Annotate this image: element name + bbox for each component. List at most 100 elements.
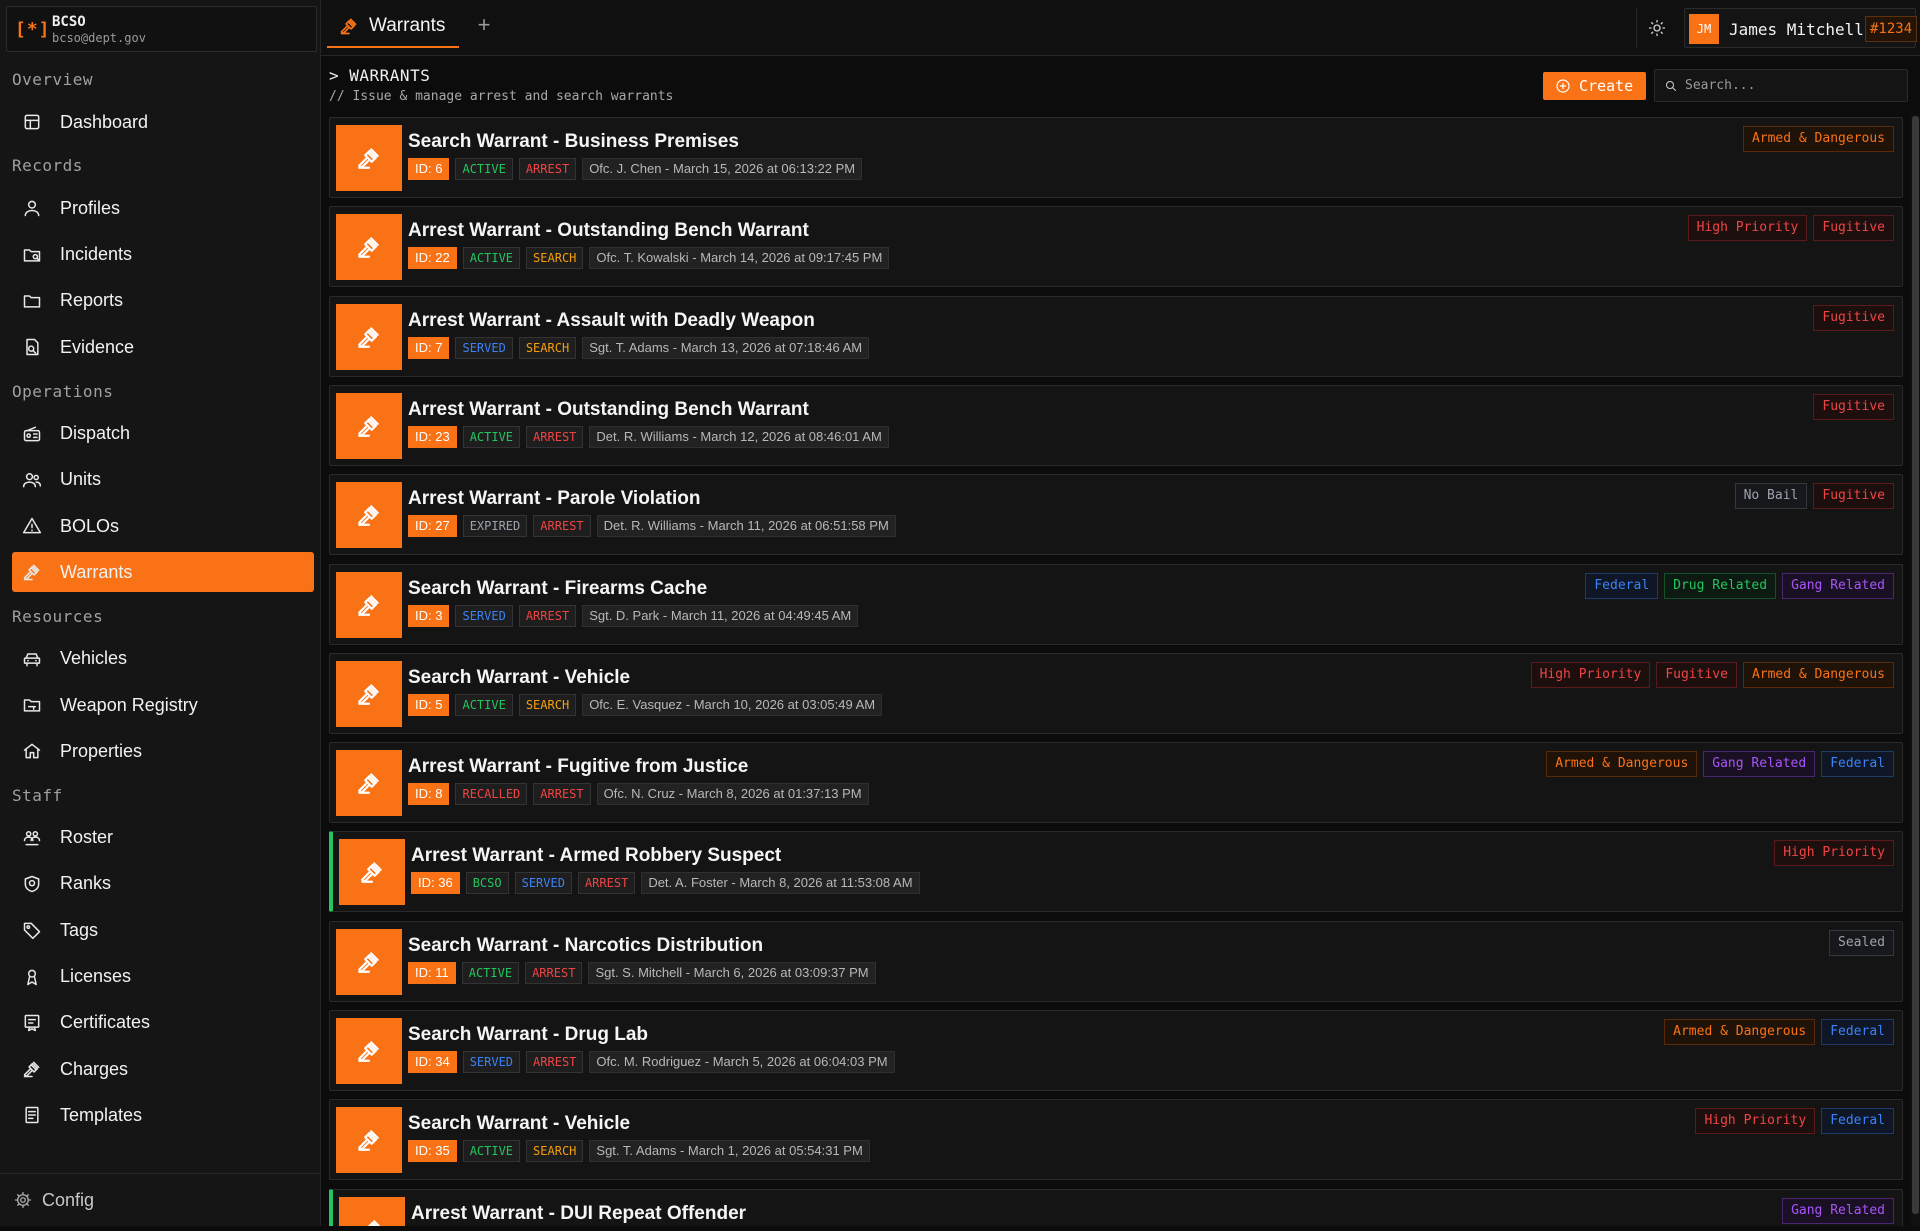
- sidebar-item-label: Vehicles: [60, 648, 128, 669]
- brand-header[interactable]: [*] BCSO bcso@dept.gov: [6, 6, 317, 52]
- warrant-id-badge: ID: 7: [408, 336, 450, 359]
- config-button[interactable]: Config: [0, 1173, 320, 1226]
- tab-warrants[interactable]: Warrants: [327, 6, 459, 48]
- sidebar-item-properties[interactable]: Properties: [12, 731, 314, 771]
- warrant-card[interactable]: Arrest Warrant - Outstanding Bench Warra…: [329, 384, 1903, 466]
- warrant-flags: Sealed: [1829, 929, 1894, 956]
- gavel-icon: [336, 571, 402, 638]
- file-search-icon: [22, 337, 42, 357]
- warrant-id-badge: ID: 34: [408, 1051, 457, 1073]
- flag-badge: Sealed: [1829, 929, 1894, 956]
- warrant-card[interactable]: Search Warrant - Drug Lab ID: 34 SERVED ARR…: [329, 1010, 1903, 1091]
- warrant-card[interactable]: Arrest Warrant - Parole Violation ID: 27 E…: [329, 474, 1903, 556]
- warrant-card[interactable]: Search Warrant - Business Premises ID: 6A…: [329, 117, 1903, 198]
- warrant-id-badge: ID: 23: [408, 425, 457, 448]
- sidebar-item-charges[interactable]: Charges: [12, 1049, 314, 1089]
- sidebar-item-profiles[interactable]: Profiles: [12, 188, 314, 228]
- officer-timestamp: Sgt. S. Mitchell - March 6, 2026 at 03:0…: [588, 961, 876, 984]
- warrant-card[interactable]: Search Warrant - Firearms Cache ID: 3 SERV…: [329, 563, 1903, 645]
- sidebar-item-dispatch[interactable]: Dispatch: [12, 414, 314, 454]
- warrant-meta: ID: 7 SERVED SEARCH Sgt. T. Adams - March 1…: [408, 336, 870, 359]
- sidebar-item-certificates[interactable]: Certificates: [12, 1003, 314, 1043]
- certificate-icon: [22, 1013, 42, 1033]
- theme-toggle-button[interactable]: [1636, 8, 1676, 48]
- sidebar-item-licenses[interactable]: Licenses: [12, 957, 314, 997]
- gavel-icon: [339, 839, 405, 906]
- warrant-card[interactable]: Search Warrant - Narcotics Distribution I…: [329, 920, 1903, 1002]
- sidebar-item-label: Dashboard: [60, 111, 149, 132]
- warrant-flags: Federal Drug Related Gang Related: [1585, 572, 1894, 599]
- warrant-title: Arrest Warrant - Outstanding Bench Warra…: [408, 220, 809, 242]
- user-name: James Mitchell: [1729, 20, 1864, 39]
- flag-badge: No Bail: [1734, 483, 1808, 510]
- sidebar-item-templates[interactable]: Templates: [12, 1095, 314, 1135]
- status-badge: SERVED: [455, 604, 513, 627]
- nav-section-staff: Staff: [12, 785, 63, 805]
- type-badge: SEARCH: [518, 693, 577, 716]
- sidebar-item-reports[interactable]: Reports: [12, 281, 314, 321]
- flag-badge: Gang Related: [1782, 1197, 1894, 1224]
- warrant-card[interactable]: Arrest Warrant - Fugitive from Justice ID…: [329, 742, 1903, 824]
- car-icon: [22, 649, 42, 669]
- officer-timestamp: Sgt. T. Adams - March 13, 2026 at 07:18:…: [582, 336, 870, 359]
- warrant-card[interactable]: Arrest Warrant - Assault with Deadly Wea…: [329, 295, 1903, 377]
- sidebar-item-roster[interactable]: Roster: [12, 818, 314, 858]
- sidebar-item-units[interactable]: Units: [12, 460, 314, 500]
- gavel-icon: [336, 125, 402, 191]
- warrant-flags: Gang Related: [1782, 1197, 1894, 1224]
- sidebar-item-vehicles[interactable]: Vehicles: [12, 639, 314, 679]
- sidebar-item-label: Licenses: [60, 966, 132, 986]
- search-input[interactable]: [1685, 78, 1895, 93]
- warrant-title: Arrest Warrant - Fugitive from Justice: [408, 756, 749, 778]
- template-icon: [22, 1105, 42, 1125]
- gavel-icon: [336, 392, 402, 459]
- add-tab-button[interactable]: +: [469, 12, 499, 38]
- flag-badge: Federal: [1585, 572, 1659, 599]
- warrant-card[interactable]: Search Warrant - Vehicle ID: 35 ACTIVE SEAR…: [329, 1099, 1903, 1181]
- sidebar: [*] BCSO bcso@dept.gov Overview Dashboard…: [0, 0, 321, 1226]
- avatar: JM: [1689, 14, 1719, 44]
- scrollbar-thumb[interactable]: [1912, 116, 1919, 1214]
- officer-timestamp: Sgt. T. Adams - March 1, 2026 at 05:54:3…: [589, 1140, 870, 1163]
- warrant-flags: High Priority: [1774, 840, 1894, 867]
- officer-timestamp: Ofc. M. Rodriguez - March 5, 2026 at 06:…: [589, 1051, 895, 1073]
- sidebar-item-ranks[interactable]: Ranks: [12, 864, 314, 904]
- user-menu[interactable]: JM James Mitchell #1234: [1684, 8, 1918, 48]
- warrant-id-badge: ID: 5: [408, 693, 450, 716]
- warrant-meta: ID: 35 ACTIVE SEARCH Sgt. T. Adams - March …: [408, 1140, 870, 1163]
- warrant-meta: ID: 8 RECALLED ARREST Ofc. N. Cruz - March …: [408, 783, 869, 806]
- sidebar-item-evidence[interactable]: Evidence: [12, 327, 314, 367]
- officer-timestamp: Ofc. N. Cruz - March 8, 2026 at 01:37:13…: [596, 783, 869, 806]
- sidebar-item-incidents[interactable]: Incidents: [12, 235, 314, 275]
- sidebar-item-tags[interactable]: Tags: [12, 910, 314, 950]
- warrant-card[interactable]: Arrest Warrant - Armed Robbery Suspect ID…: [329, 831, 1903, 913]
- type-badge: ARREST: [526, 1051, 584, 1073]
- sidebar-item-label: BOLOs: [60, 515, 120, 536]
- sidebar-item-weapon-registry[interactable]: Weapon Registry: [12, 685, 314, 725]
- type-badge: SEARCH: [526, 247, 584, 270]
- flag-badge: Federal: [1821, 751, 1894, 778]
- page-title: > WARRANTS: [329, 66, 431, 85]
- warrant-card[interactable]: Arrest Warrant - Outstanding Bench Warra…: [329, 206, 1903, 288]
- warrant-id-badge: ID: 6: [408, 158, 450, 180]
- sidebar-item-label: Certificates: [60, 1012, 151, 1033]
- warrant-card[interactable]: Search Warrant - Vehicle ID: 5 ACTIVE SEARC…: [329, 652, 1903, 734]
- warrant-card[interactable]: Arrest Warrant - DUI Repeat Offender Gang…: [329, 1188, 1903, 1226]
- officer-timestamp: Ofc. T. Kowalski - March 14, 2026 at 09:…: [589, 247, 890, 270]
- sidebar-item-warrants[interactable]: Warrants: [12, 552, 314, 593]
- sidebar-item-dashboard[interactable]: Dashboard: [12, 102, 314, 142]
- warrant-meta: ID: 11 ACTIVE ARREST Sgt. S. Mitchell - Mar…: [408, 961, 876, 984]
- type-badge: SEARCH: [518, 336, 577, 359]
- brand-name: BCSO: [52, 14, 86, 30]
- warrant-flags: Fugitive: [1813, 393, 1894, 420]
- warrant-id-badge: ID: 8: [408, 783, 450, 806]
- officer-timestamp: Sgt. D. Park - March 11, 2026 at 04:49:4…: [582, 604, 859, 627]
- type-badge: ARREST: [526, 425, 584, 448]
- create-button[interactable]: Create: [1543, 72, 1646, 100]
- warrant-meta: ID: 6 ACTIVE ARREST Ofc. J. Chen - March 15…: [408, 158, 863, 180]
- tab-label: Warrants: [369, 15, 446, 36]
- sidebar-item-bolos[interactable]: BOLOs: [12, 506, 314, 546]
- nav-section-overview: Overview: [12, 70, 94, 89]
- search-box[interactable]: [1654, 69, 1908, 102]
- officer-timestamp: Det. A. Foster - March 8, 2026 at 11:53:…: [641, 872, 920, 895]
